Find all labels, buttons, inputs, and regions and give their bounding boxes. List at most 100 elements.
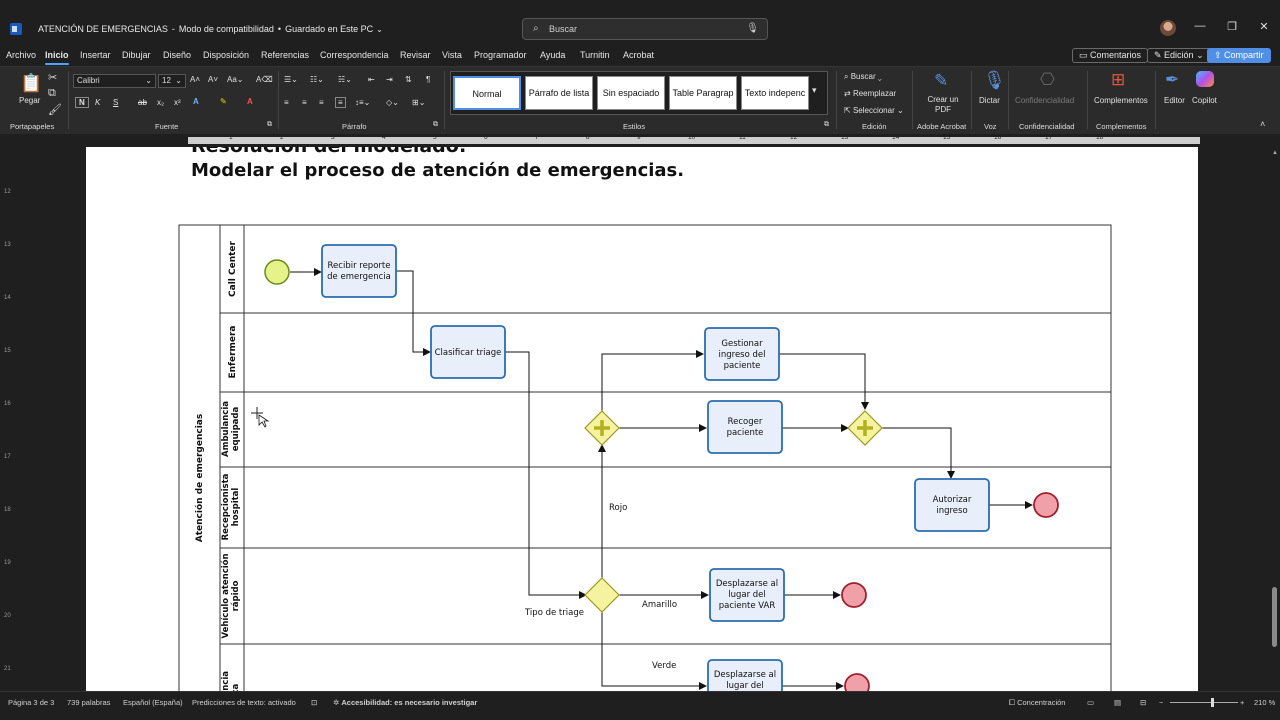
menu-archivo[interactable]: Archivo bbox=[6, 50, 36, 60]
menu-acrobat[interactable]: Acrobat bbox=[623, 50, 654, 60]
justify-icon[interactable]: ≡ bbox=[335, 97, 346, 108]
copy-icon[interactable]: ⧉ bbox=[48, 87, 56, 100]
zoom-level[interactable]: 210 % bbox=[1254, 698, 1275, 707]
replace-button[interactable]: ⇄ Reemplazar bbox=[844, 89, 896, 98]
create-pdf-icon[interactable]: ✎ bbox=[934, 71, 948, 91]
comments-button[interactable]: ▭ Comentarios bbox=[1072, 48, 1149, 63]
style-sin-espaciado[interactable]: Sin espaciado bbox=[597, 76, 665, 110]
document-page[interactable]: Resolución del modelado: Modelar el proc… bbox=[86, 147, 1198, 691]
style-parrafo-de-lista[interactable]: Párrafo de lista bbox=[525, 76, 593, 110]
menu-vista[interactable]: Vista bbox=[442, 50, 462, 60]
grow-font-icon[interactable]: A˄ bbox=[190, 75, 200, 84]
menu-dibujar[interactable]: Dibujar bbox=[122, 50, 151, 60]
menu-ayuda[interactable]: Ayuda bbox=[540, 50, 565, 60]
editing-mode-button[interactable]: ✎ Edición ⌄ bbox=[1147, 48, 1211, 63]
style-texto-independiente[interactable]: Texto indepenc bbox=[741, 76, 809, 110]
task-desplazarse-tab[interactable]: Desplazarse al lugar del bbox=[707, 659, 783, 691]
close-button[interactable]: ✕ bbox=[1249, 20, 1279, 36]
select-button[interactable]: ⇱ Seleccionar ⌄ bbox=[844, 106, 904, 115]
shrink-font-icon[interactable]: A˅ bbox=[208, 75, 218, 84]
styles-more-icon[interactable]: ▾ bbox=[812, 85, 817, 96]
page-count[interactable]: Página 3 de 3 bbox=[8, 698, 54, 707]
confidentiality-button[interactable]: Confidencialidad bbox=[1015, 96, 1074, 105]
menu-programador[interactable]: Programador bbox=[474, 50, 527, 60]
menu-turnitin[interactable]: Turnitin bbox=[580, 50, 610, 60]
end-event[interactable] bbox=[841, 582, 867, 608]
strikethrough-button[interactable]: ab bbox=[138, 98, 147, 107]
accessibility-status[interactable]: ✲ Accesibilidad: es necesario investigar bbox=[333, 698, 477, 707]
shading-icon[interactable]: ◇⌄ bbox=[386, 98, 399, 107]
menu-disposicion[interactable]: Disposición bbox=[203, 50, 249, 60]
focus-mode-button[interactable]: ⧠ Concentración bbox=[1009, 698, 1065, 708]
editor-button[interactable]: Editor bbox=[1164, 96, 1185, 105]
search-input[interactable] bbox=[549, 22, 739, 36]
end-event[interactable] bbox=[1033, 492, 1059, 518]
task-desplazarse-var[interactable]: Desplazarse al lugar del paciente VAR bbox=[709, 568, 785, 622]
increase-indent-icon[interactable]: ⇥ bbox=[386, 75, 393, 84]
highlight-icon[interactable]: ✎ bbox=[220, 97, 227, 106]
task-recoger-paciente[interactable]: Recoger paciente bbox=[707, 400, 783, 454]
add-ins-button[interactable]: Complementos bbox=[1094, 96, 1148, 105]
dialog-launcher-icon[interactable]: ⧉ bbox=[433, 121, 438, 129]
italic-button[interactable]: K bbox=[95, 98, 100, 107]
underline-button[interactable]: S bbox=[113, 98, 118, 107]
menu-insertar[interactable]: Insertar bbox=[80, 50, 111, 60]
pilcrow-icon[interactable]: ¶ bbox=[426, 75, 430, 84]
copilot-button[interactable]: Copilot bbox=[1192, 96, 1217, 105]
dialog-launcher-icon[interactable]: ⧉ bbox=[267, 121, 272, 129]
menu-diseno[interactable]: Diseño bbox=[163, 50, 191, 60]
editor-icon[interactable]: ✒ bbox=[1165, 70, 1179, 90]
clear-format-icon[interactable]: A⌫ bbox=[256, 75, 273, 84]
zoom-slider[interactable] bbox=[1170, 702, 1238, 703]
start-event[interactable] bbox=[264, 259, 290, 285]
multilevel-list-icon[interactable]: ☵⌄ bbox=[338, 75, 352, 84]
bullets-icon[interactable]: ☰⌄ bbox=[284, 75, 298, 84]
maximize-button[interactable]: ❐ bbox=[1217, 20, 1247, 36]
font-name-select[interactable]: Calibri ⌄ bbox=[73, 74, 156, 88]
share-button[interactable]: ⇪ Compartir bbox=[1207, 48, 1271, 63]
document-title[interactable]: ATENCIÓN DE EMERGENCIAS - Modo de compatib… bbox=[38, 24, 383, 34]
scroll-up-icon[interactable]: ▲ bbox=[1272, 150, 1278, 156]
superscript-button[interactable]: x² bbox=[174, 98, 181, 107]
cut-icon[interactable]: ✂ bbox=[48, 71, 57, 84]
align-left-icon[interactable]: ≡ bbox=[284, 98, 289, 107]
task-recibir-reporte[interactable]: Recibir reporte de emergencia bbox=[321, 244, 397, 298]
microphone-icon[interactable]: 🎙 bbox=[746, 23, 759, 34]
style-normal[interactable]: Normal bbox=[453, 76, 521, 110]
microphone-icon[interactable]: 🎙 bbox=[983, 70, 1006, 91]
style-table-paragraph[interactable]: Table Paragrap bbox=[669, 76, 737, 110]
line-spacing-icon[interactable]: ↕≡⌄ bbox=[355, 98, 370, 107]
align-center-icon[interactable]: ≡ bbox=[302, 98, 307, 107]
numbering-icon[interactable]: ☷⌄ bbox=[310, 75, 324, 84]
task-gestionar-ingreso[interactable]: Gestionar ingreso del paciente bbox=[704, 327, 780, 381]
format-painter-icon[interactable]: 🖌 bbox=[48, 103, 62, 116]
find-button[interactable]: ⌕ Buscar ⌄ bbox=[844, 72, 882, 82]
align-right-icon[interactable]: ≡ bbox=[319, 98, 324, 107]
bpmn-diagram[interactable]: Atención de emergencias Call Center Enfe… bbox=[86, 147, 1198, 691]
task-autorizar-ingreso[interactable]: Autorizar ingreso bbox=[914, 478, 990, 532]
menu-inicio[interactable]: Inicio bbox=[45, 50, 69, 65]
sort-icon[interactable]: ⇅ bbox=[405, 75, 412, 84]
menu-revisar[interactable]: Revisar bbox=[400, 50, 431, 60]
paste-icon[interactable]: 📋 bbox=[20, 73, 42, 94]
zoom-slider-thumb[interactable] bbox=[1210, 698, 1214, 707]
search-box[interactable]: ⌕ 🎙 bbox=[522, 18, 768, 40]
chevron-up-icon[interactable]: ˄ bbox=[1260, 119, 1265, 129]
print-layout-icon[interactable]: ▤ bbox=[1114, 698, 1121, 707]
vertical-scrollbar[interactable]: ▲ bbox=[1270, 147, 1280, 691]
exclusive-gateway[interactable] bbox=[584, 577, 620, 613]
end-event[interactable] bbox=[844, 673, 870, 691]
subscript-button[interactable]: x₂ bbox=[157, 98, 164, 107]
add-ins-icon[interactable]: ⊞ bbox=[1111, 70, 1125, 90]
borders-icon[interactable]: ⊞⌄ bbox=[412, 98, 425, 107]
bold-button[interactable]: N bbox=[75, 97, 89, 108]
language-indicator[interactable]: Español (España) bbox=[123, 698, 183, 707]
scrollbar-thumb[interactable] bbox=[1272, 587, 1277, 647]
font-color-icon[interactable]: A bbox=[247, 97, 253, 106]
dictate-button[interactable]: Dictar bbox=[979, 96, 1000, 105]
parallel-gateway-split[interactable] bbox=[584, 410, 620, 446]
menu-referencias[interactable]: Referencias bbox=[261, 50, 309, 60]
dialog-launcher-icon[interactable]: ⧉ bbox=[824, 121, 829, 129]
change-case-icon[interactable]: Aa⌄ bbox=[227, 75, 244, 84]
user-avatar[interactable] bbox=[1160, 20, 1176, 36]
